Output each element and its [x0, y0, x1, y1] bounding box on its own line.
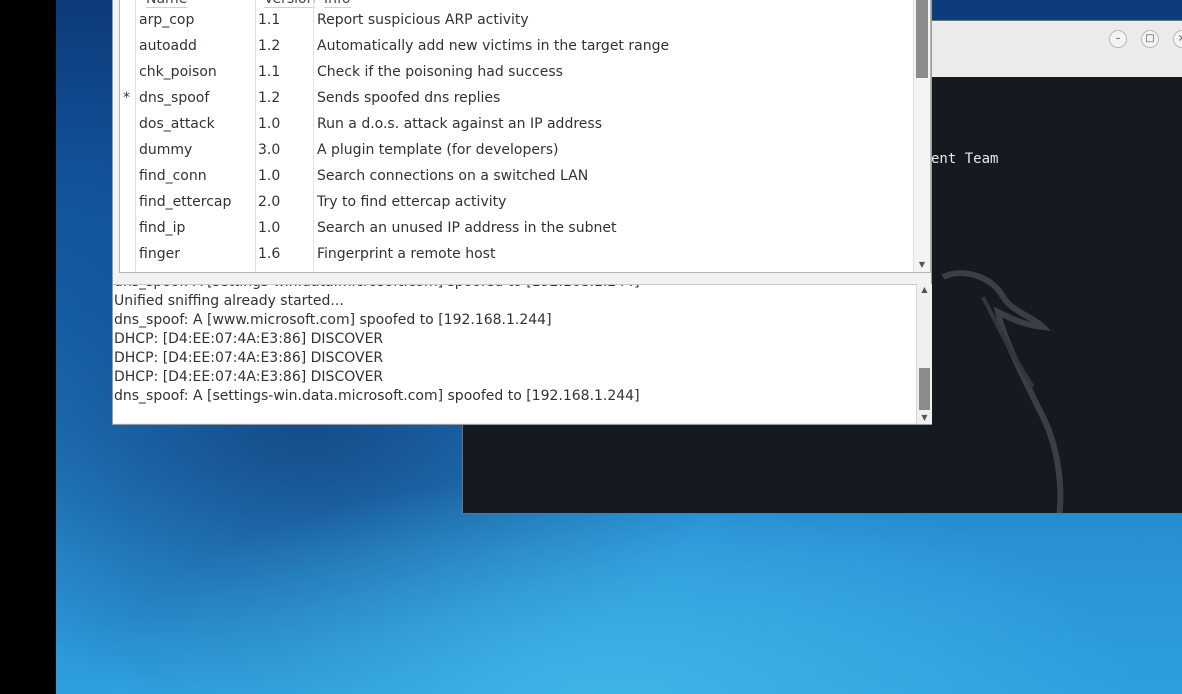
- table-row[interactable]: dummy 3.0 A plugin template (for developer…: [120, 137, 912, 163]
- table-row[interactable]: find_ettercap 2.0 Try to find ettercap act…: [120, 189, 912, 215]
- plugin-info: Report suspicious ARP activity: [317, 12, 529, 28]
- desktop-background: – □ × ent Team ▲ ▼ Name Version Info arp…: [56, 0, 1182, 694]
- plugin-name: chk_poison: [139, 64, 217, 80]
- minimize-button[interactable]: –: [1109, 30, 1127, 48]
- plugin-version: 3.0: [258, 142, 281, 158]
- log-scrollbar[interactable]: ▲ ▼: [916, 284, 932, 424]
- log-line: DHCP: [D4:EE:07:4A:E3:86] DISCOVER: [114, 331, 384, 347]
- plugin-info: Sends spoofed dns replies: [317, 90, 501, 106]
- plugin-version: 1.0: [258, 116, 281, 132]
- plugin-info: A plugin template (for developers): [317, 142, 559, 158]
- plugin-version: 1.1: [258, 12, 281, 28]
- plugin-info: Run a d.o.s. attack against an IP addres…: [317, 116, 602, 132]
- plugin-name: find_conn: [139, 168, 207, 184]
- plugin-info: Search connections on a switched LAN: [317, 168, 589, 184]
- maximize-button[interactable]: □: [1141, 30, 1159, 48]
- plugin-info: Try to find ettercap activity: [317, 194, 507, 210]
- table-row[interactable]: dos_attack 1.0 Run a d.o.s. attack against…: [120, 111, 912, 137]
- plugin-version: 1.0: [258, 220, 281, 236]
- log-line: dns_spoof: A [settings-win.data.microsof…: [114, 285, 640, 291]
- table-row[interactable]: chk_poison 1.1 Check if the poisoning had …: [120, 59, 912, 85]
- plugin-name: finger: [139, 246, 180, 262]
- plugins-list[interactable]: Name Version Info arp_cop1.1Report suspi…: [119, 0, 931, 273]
- log-line: DHCP: [D4:EE:07:4A:E3:86] DISCOVER: [114, 369, 384, 385]
- table-row[interactable]: find_ip 1.0 Search an unused IP address in…: [120, 215, 912, 241]
- ettercap-window: Name Version Info arp_cop1.1Report suspi…: [112, 0, 932, 425]
- table-row[interactable]: * dns_spoof 1.2 Sends spoofed dns replies: [120, 85, 912, 111]
- table-row[interactable]: finger 1.6 Fingerprint a remote host: [120, 241, 912, 267]
- table-row[interactable]: autoadd 1.2 Automatically add new victims …: [120, 33, 912, 59]
- log-scroll-thumb[interactable]: [919, 368, 930, 410]
- plugin-version: 1.1: [258, 64, 281, 80]
- plugin-name: dos_attack: [139, 116, 215, 132]
- plugin-active-marker: *: [123, 90, 130, 106]
- plugin-info: Fingerprint a remote host: [317, 246, 496, 262]
- plugin-name: dns_spoof: [139, 90, 210, 106]
- plugin-version: 1.6: [258, 246, 281, 262]
- table-row[interactable]: arp_cop 1.1 Report suspicious ARP activity: [120, 7, 912, 33]
- log-scroll-down-icon[interactable]: ▼: [917, 412, 932, 424]
- plugins-scroll-thumb[interactable]: [916, 0, 928, 78]
- close-button[interactable]: ×: [1173, 30, 1182, 48]
- plugin-version: 1.0: [258, 168, 281, 184]
- plugin-name: autoadd: [139, 38, 197, 54]
- terminal-text: ent Team: [931, 151, 999, 167]
- plugin-name: find_ip: [139, 220, 186, 236]
- plugin-name: dummy: [139, 142, 193, 158]
- plugin-info: Search an unused IP address in the subne…: [317, 220, 617, 236]
- log-output[interactable]: dns_spoof: A [settings-win.data.microsof…: [113, 284, 916, 423]
- log-line: dns_spoof: A [www.microsoft.com] spoofed…: [114, 312, 552, 328]
- log-line: dns_spoof: A [settings-win.data.microsof…: [114, 388, 640, 404]
- log-line: DHCP: [D4:EE:07:4A:E3:86] DISCOVER: [114, 350, 384, 366]
- plugin-name: find_ettercap: [139, 194, 232, 210]
- log-scroll-up-icon[interactable]: ▲: [917, 284, 932, 296]
- plugins-scroll-down-icon[interactable]: ▼: [914, 258, 930, 272]
- plugin-version: 1.2: [258, 38, 281, 54]
- plugins-scrollbar[interactable]: ▼: [913, 0, 930, 272]
- plugin-version: 2.0: [258, 194, 281, 210]
- plugin-name: arp_cop: [139, 12, 195, 28]
- log-line: Unified sniffing already started...: [114, 293, 344, 309]
- plugin-info: Automatically add new victims in the tar…: [317, 38, 670, 54]
- plugin-info: Check if the poisoning had success: [317, 64, 563, 80]
- plugin-version: 1.2: [258, 90, 281, 106]
- table-row[interactable]: find_conn 1.0 Search connections on a swit…: [120, 163, 912, 189]
